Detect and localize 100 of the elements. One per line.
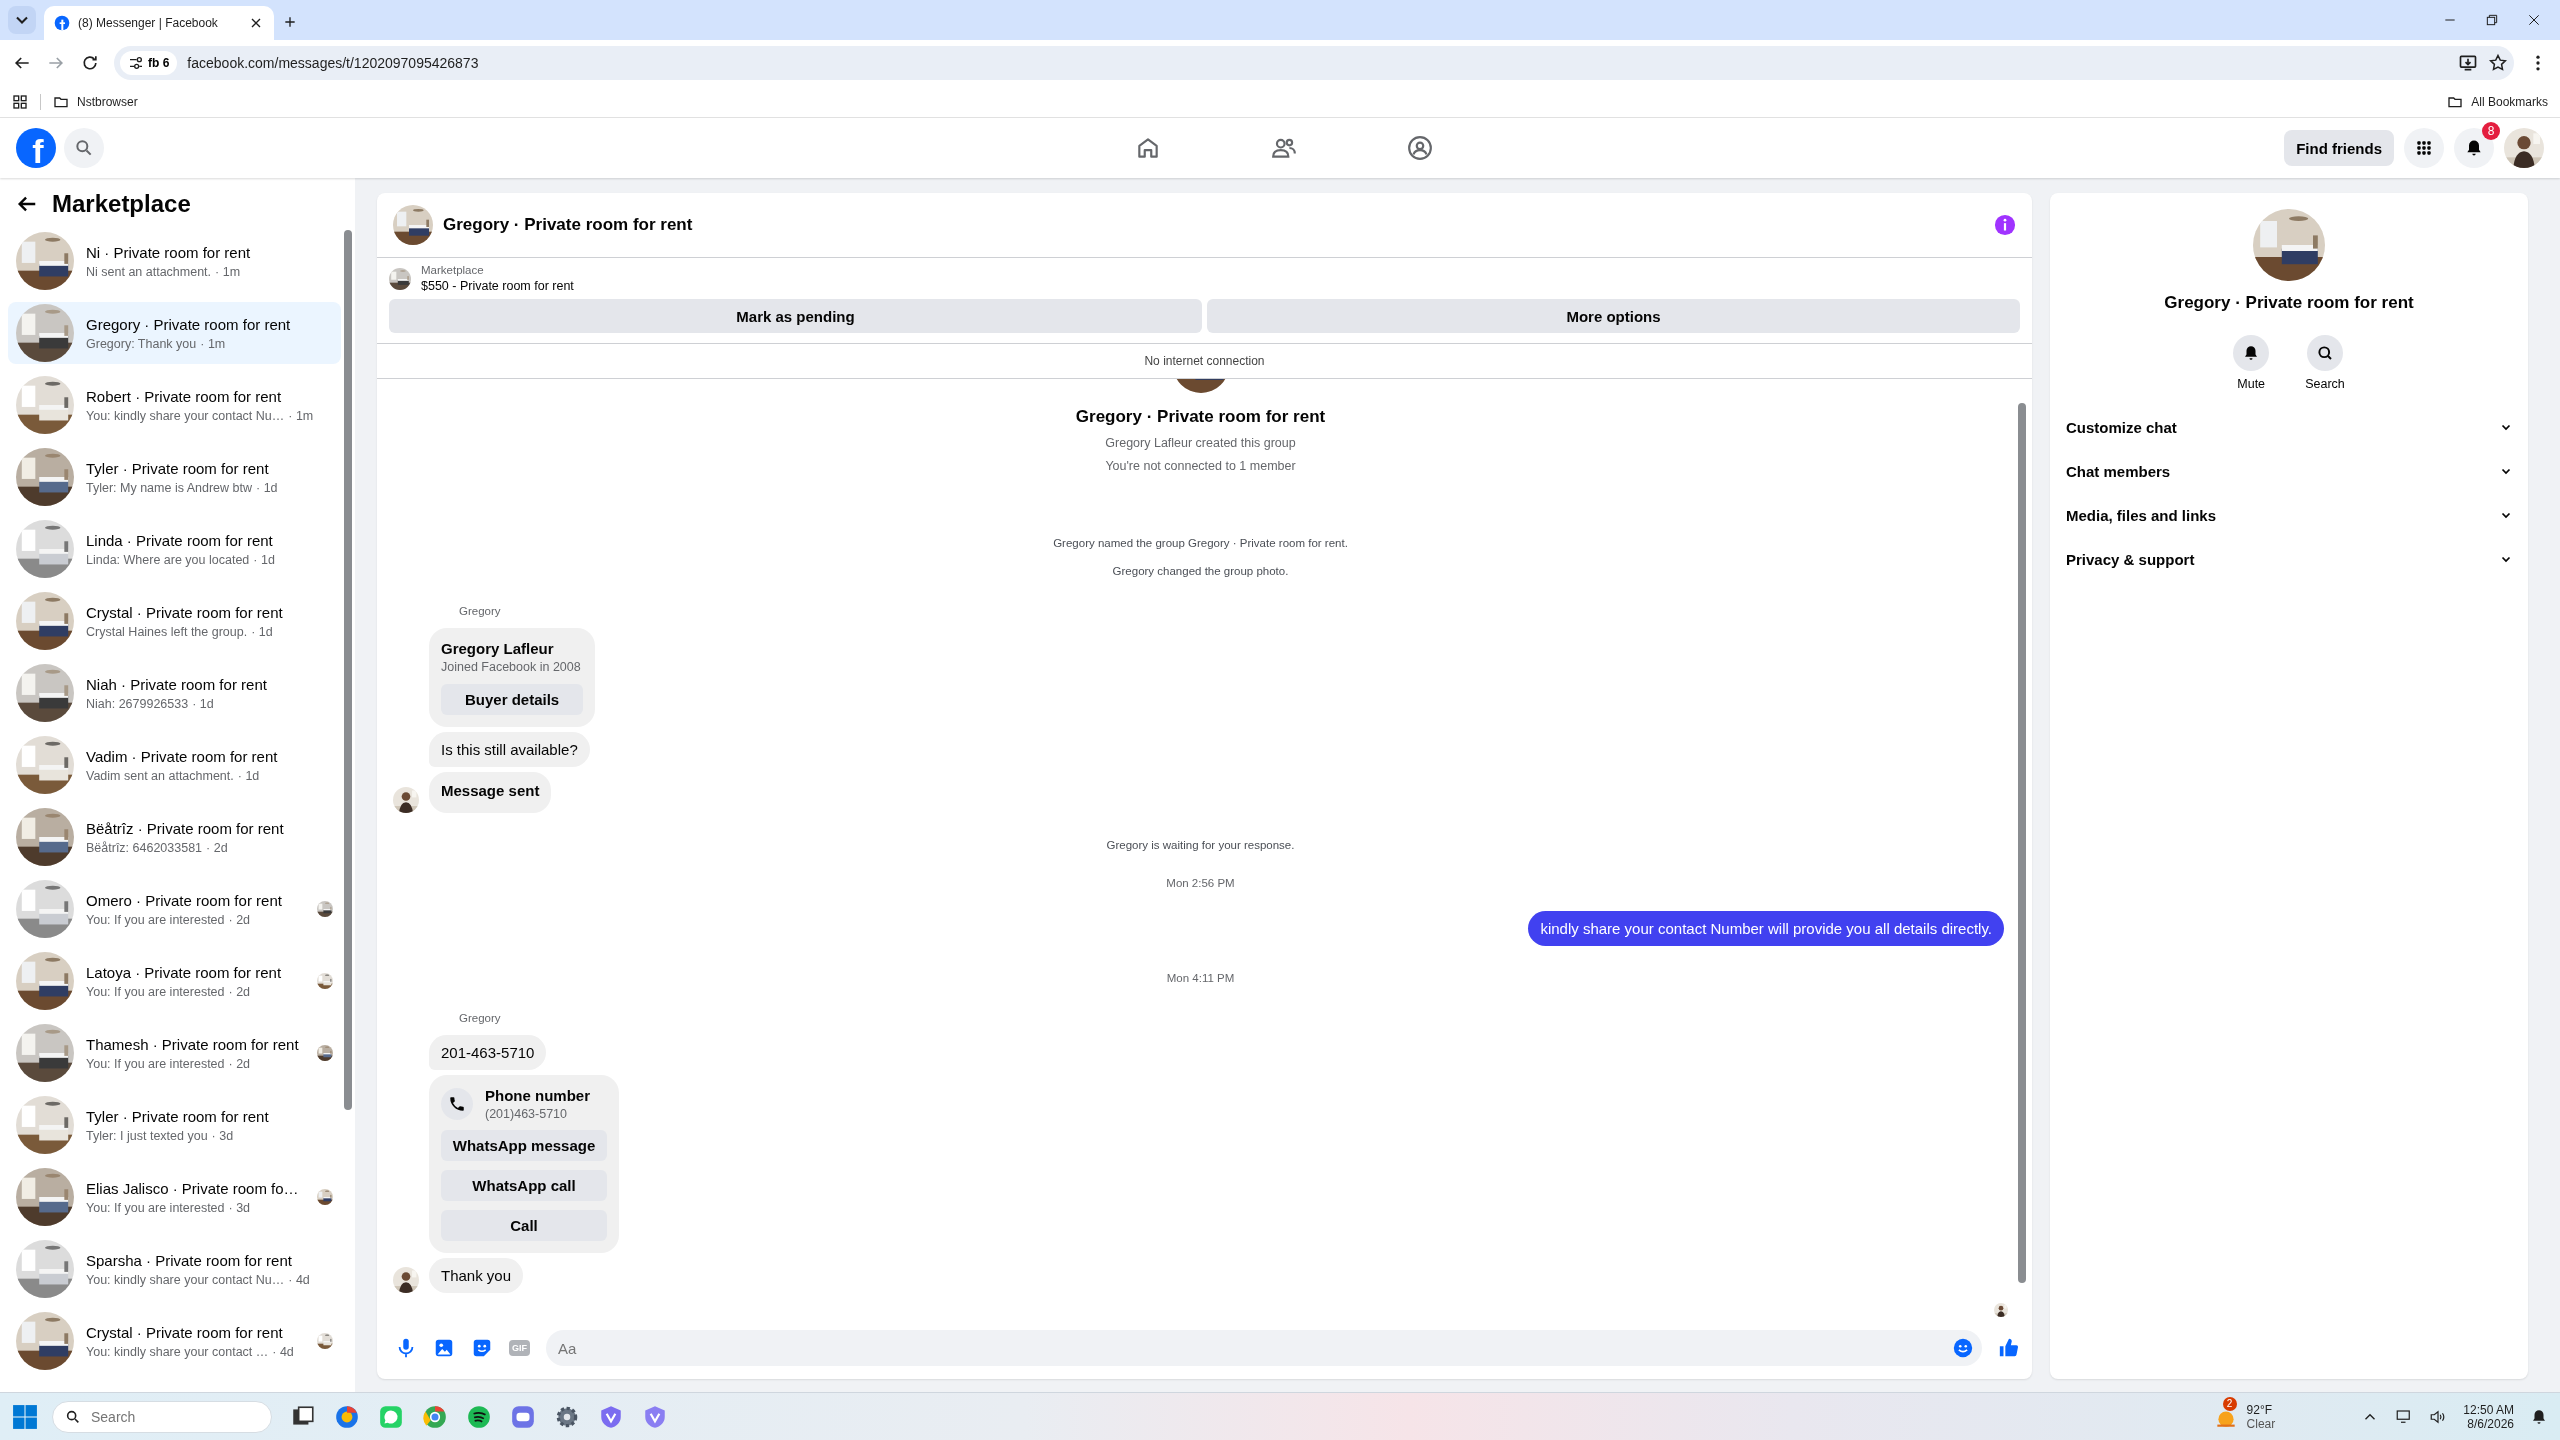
grid-icon xyxy=(2414,138,2434,158)
conversation-item[interactable]: Latoya · Private room for rent You: If you are interested · 2d xyxy=(8,950,341,1012)
menu-grid-button[interactable] xyxy=(2404,128,2444,168)
conversation-item[interactable]: Sparsha · Private room for rent You: kindly share your contact Nu… · 4d xyxy=(8,1238,341,1300)
conversation-item[interactable]: Crystal · Private room for rent Crystal Haines left the group. · 1d xyxy=(8,590,341,652)
close-icon[interactable] xyxy=(2526,12,2542,28)
conversation-item[interactable]: Omero · Private room for rent You: If you are interested · 2d xyxy=(8,878,341,940)
search-icon xyxy=(65,1408,81,1425)
bell-icon[interactable] xyxy=(2530,1407,2548,1426)
listing-title[interactable]: $550 - Private room for rent xyxy=(421,279,574,293)
bookmark-link[interactable]: Nstbrowser xyxy=(77,94,138,109)
listing-action-button[interactable]: More options xyxy=(1207,299,2020,333)
buyer-details-button[interactable]: Buyer details xyxy=(441,684,584,715)
info-icon[interactable] xyxy=(1994,214,2016,236)
chat-title: Gregory · Private room for rent xyxy=(443,215,694,235)
conversation-item[interactable]: Bëåtrîz · Private room for rent Bëåtrîz: 6462033581 · 2d xyxy=(8,806,341,868)
message-preview: You: If you are interested xyxy=(86,984,225,999)
details-section[interactable]: Chat members xyxy=(2064,449,2514,493)
search-icon xyxy=(2316,344,2334,362)
conversation-title: Latoya · Private room for rent xyxy=(86,963,283,981)
conversation-title: Sparsha · Private room for rent xyxy=(86,1251,293,1269)
all-bookmarks-link[interactable]: All Bookmarks xyxy=(2471,94,2548,109)
conversation-title: Ni · Private room for rent xyxy=(86,243,252,261)
message-preview: Tyler: I just texted you xyxy=(86,1128,208,1143)
browser-icon[interactable] xyxy=(422,1403,448,1430)
message-preview: Linda: Where are you located xyxy=(86,552,250,567)
profile-subtitle: Joined Facebook in 2008 xyxy=(441,660,582,674)
message-field[interactable]: Aa xyxy=(546,1330,1982,1366)
group-circle-icon[interactable] xyxy=(1407,135,1434,161)
message-preview: Niah: 2679926533 xyxy=(86,696,189,711)
event-text: Gregory changed the group photo. xyxy=(1111,565,1290,577)
conversation-item[interactable]: Robert · Private room for rent You: kindly share your contact Nu… · 1m xyxy=(8,374,341,436)
details-section[interactable]: Customize chat xyxy=(2064,405,2514,449)
message-preview: You: kindly share your contact Nu… xyxy=(86,408,285,423)
message-time: · 1m xyxy=(288,408,314,423)
message-preview: You: If you are interested xyxy=(86,1200,225,1215)
weather-badge: 2 xyxy=(2222,1396,2237,1411)
conversation-item[interactable]: Thamesh · Private room for rent You: If you are interested · 2d xyxy=(8,1022,341,1084)
message-time: · 4d xyxy=(272,1344,294,1359)
conversation-item[interactable]: Gregory · Private room for rent Gregory: Thank you · 1m xyxy=(8,302,341,364)
conversation-item[interactable]: Vadim · Private room for rent Vadim sent an attachment. · 1d xyxy=(8,734,341,796)
address-bar[interactable]: fb 6 facebook.com/messages/t/1202097095426873 xyxy=(114,46,2514,80)
group-info-text: You're not connected to 1 member xyxy=(1104,459,1297,473)
message-bubble: Message sent xyxy=(429,772,552,813)
conversation-item[interactable]: Tyler · Private room for rent Tyler: I just texted you · 3d xyxy=(8,1094,341,1156)
sticker-icon[interactable] xyxy=(471,1337,493,1359)
shield-browser-icon[interactable] xyxy=(598,1403,624,1430)
clock-time[interactable]: 12:50 AM xyxy=(2463,1402,2514,1417)
image-icon[interactable] xyxy=(433,1337,455,1359)
conversation-item[interactable]: Niah · Private room for rent Niah: 2679926533 · 1d xyxy=(8,662,341,724)
facebook-logo[interactable]: f xyxy=(16,128,56,168)
details-section[interactable]: Privacy & support xyxy=(2064,537,2514,581)
scrollbar[interactable] xyxy=(344,230,352,1110)
star-icon[interactable] xyxy=(2488,53,2508,73)
message-bubble: kindly share your contact Number will provide you all details directly. xyxy=(1528,911,2004,946)
conversation-title: Tyler · Private room for rent xyxy=(86,1107,270,1125)
plus-icon[interactable] xyxy=(282,14,298,30)
contact-action-button[interactable]: WhatsApp message xyxy=(441,1130,607,1161)
details-section[interactable]: Media, files and links xyxy=(2064,493,2514,537)
message-time: · 1d xyxy=(256,480,278,495)
browser-tab[interactable]: (8) Messenger | Facebook xyxy=(44,6,274,40)
message-time: · 2d xyxy=(228,912,251,927)
apps-grid-icon[interactable] xyxy=(12,93,28,110)
app-icon[interactable] xyxy=(510,1403,536,1430)
music-app-icon[interactable] xyxy=(466,1403,492,1430)
conversation-title: Robert · Private room for rent xyxy=(86,387,283,405)
listing-action-button[interactable]: Mark as pending xyxy=(389,299,1202,333)
search-icon xyxy=(74,138,94,158)
conversation-item[interactable]: Ni · Private room for rent Ni sent an attachment. · 1m xyxy=(8,230,341,292)
url-text: facebook.com/messages/t/1202097095426873 xyxy=(187,55,480,71)
conversation-item[interactable]: Crystal · Private room for rent You: kindly share your contact … · 4d xyxy=(8,1310,341,1372)
timestamp: Mon 4:11 PM xyxy=(1165,972,1236,984)
conversation-title: Tyler · Private room for rent xyxy=(86,459,270,477)
restore-icon[interactable] xyxy=(2484,12,2500,28)
tab-list-button[interactable] xyxy=(8,6,36,34)
find-friends-button[interactable]: Find friends xyxy=(2284,130,2394,166)
conversation-item[interactable]: Elias Jalisco · Private room fo… You: If you are interested · 3d xyxy=(8,1166,341,1228)
windows-logo-icon[interactable] xyxy=(12,1403,38,1430)
conversation-item[interactable]: Tyler · Private room for rent Tyler: My name is Andrew btw · 1d xyxy=(8,446,341,508)
clock-date[interactable]: 8/6/2026 xyxy=(2467,1416,2514,1431)
site-info-chip[interactable]: fb 6 xyxy=(120,51,178,75)
search-button[interactable] xyxy=(64,128,104,168)
weather-condition: Clear xyxy=(2246,1416,2276,1431)
tune-icon xyxy=(128,55,144,71)
scrollbar[interactable] xyxy=(2018,403,2026,1283)
shield-browser-icon[interactable] xyxy=(642,1403,668,1430)
conversation-title: Omero · Private room for rent xyxy=(86,891,283,909)
contact-action-button[interactable]: WhatsApp call xyxy=(441,1170,607,1201)
install-icon[interactable] xyxy=(2458,53,2478,73)
contact-number: (201)463-5710 xyxy=(485,1107,568,1121)
contact-action-button[interactable]: Call xyxy=(441,1210,607,1241)
notifications-button[interactable] xyxy=(2454,128,2494,168)
thumbs-up-icon[interactable] xyxy=(1998,1337,2020,1359)
conversation-title: Elias Jalisco · Private room fo… xyxy=(86,1179,300,1197)
emoji-icon[interactable] xyxy=(1952,1337,1974,1359)
taskbar-search-field[interactable]: Search xyxy=(52,1400,272,1433)
notification-badge: 8 xyxy=(2482,122,2500,140)
conversation-title: Thamesh · Private room for rent xyxy=(86,1035,300,1053)
reload-icon[interactable] xyxy=(80,53,100,73)
conversation-item[interactable]: Linda · Private room for rent Linda: Where are you located · 1d xyxy=(8,518,341,580)
